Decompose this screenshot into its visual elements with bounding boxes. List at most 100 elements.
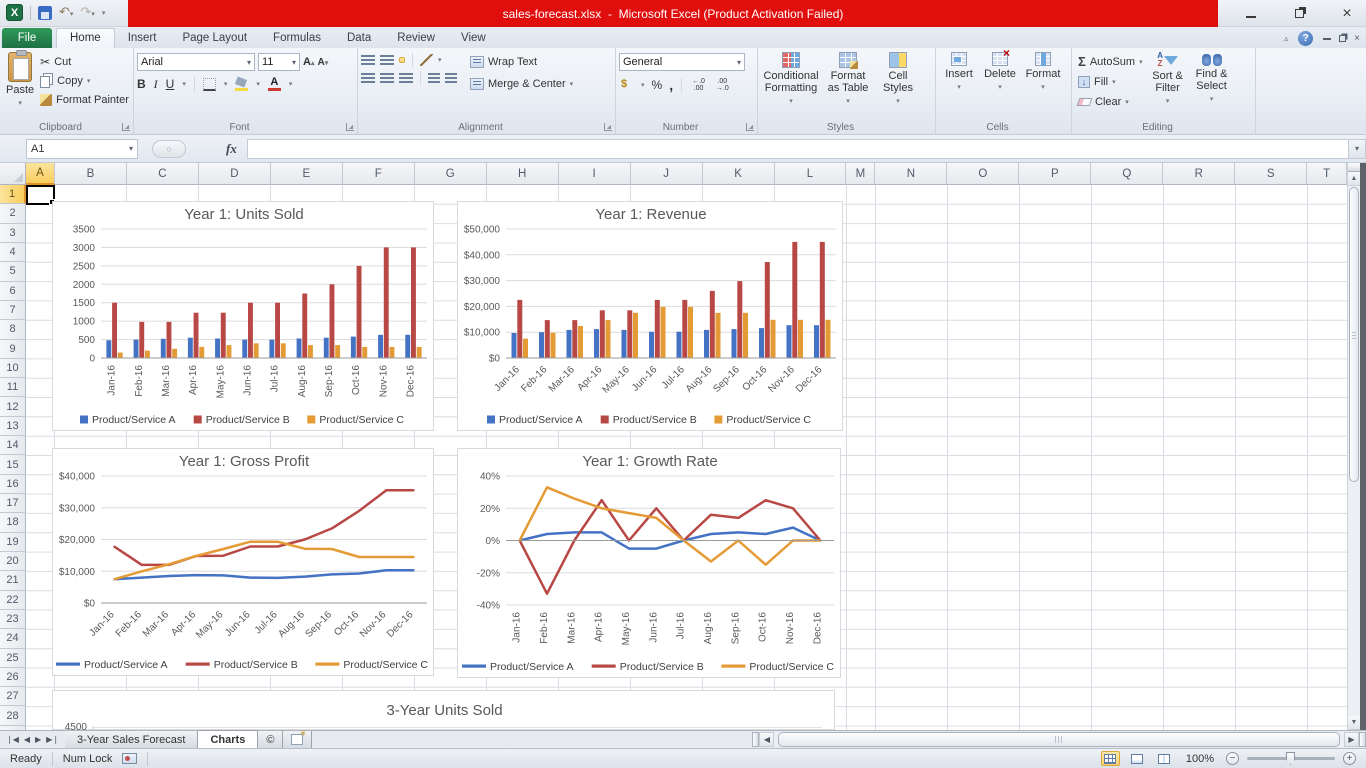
accounting-format-icon[interactable] xyxy=(619,79,634,91)
borders-icon[interactable] xyxy=(203,78,216,91)
next-sheet-icon[interactable]: ▶ xyxy=(35,735,41,744)
align-top-icon[interactable] xyxy=(361,55,375,65)
normal-view-button[interactable] xyxy=(1101,751,1120,766)
sort-filter-button[interactable]: AZ Sort & Filter▾ xyxy=(1146,50,1190,108)
scroll-left-icon[interactable]: ◀ xyxy=(759,732,774,747)
ribbon-tab-page-layout[interactable]: Page Layout xyxy=(169,29,260,48)
column-header-g[interactable]: G xyxy=(415,163,487,185)
clipboard-dialog-launcher-icon[interactable] xyxy=(122,123,130,131)
row-header-14[interactable]: 14 xyxy=(0,436,26,455)
find-select-button[interactable]: Find & Select▾ xyxy=(1190,50,1234,106)
vertical-scrollbar[interactable]: ▲ ▼ xyxy=(1347,163,1360,730)
chart-revenue[interactable]: $0$10,000$20,000$30,000$40,000$50,000Jan… xyxy=(457,201,843,431)
conditional-formatting-button[interactable]: Conditional Formatting▾ xyxy=(761,50,821,108)
active-cell-a1[interactable] xyxy=(26,185,55,205)
row-header-5[interactable]: 5 xyxy=(0,262,26,281)
row-header-7[interactable]: 7 xyxy=(0,301,26,320)
row-header-18[interactable]: 18 xyxy=(0,513,26,532)
name-box[interactable]: A1 ▾ xyxy=(26,139,138,159)
font-dialog-launcher-icon[interactable] xyxy=(346,123,354,131)
zoom-out-icon[interactable]: − xyxy=(1226,752,1239,765)
row-header-4[interactable]: 4 xyxy=(0,243,26,262)
underline-icon[interactable]: U xyxy=(166,77,175,91)
file-tab[interactable]: File xyxy=(2,28,52,48)
column-header-i[interactable]: I xyxy=(559,163,631,185)
horizontal-split-handle[interactable] xyxy=(752,732,759,747)
row-header-20[interactable]: 20 xyxy=(0,552,26,571)
column-header-p[interactable]: P xyxy=(1019,163,1091,185)
row-header-3[interactable]: 3 xyxy=(0,224,26,243)
column-header-d[interactable]: D xyxy=(199,163,271,185)
save-icon[interactable] xyxy=(38,6,52,20)
chart-three-year-units-sold[interactable]: 3-Year Units Sold 4500 xyxy=(52,690,835,730)
row-header-11[interactable]: 11 xyxy=(0,378,26,397)
ribbon-tab-view[interactable]: View xyxy=(448,29,499,48)
column-header-e[interactable]: E xyxy=(271,163,343,185)
row-header-8[interactable]: 8 xyxy=(0,320,26,339)
scroll-right-icon[interactable]: ▶ xyxy=(1344,732,1359,747)
name-box-dropdown-icon[interactable]: ▾ xyxy=(129,144,133,153)
orientation-icon[interactable] xyxy=(420,54,433,66)
column-header-k[interactable]: K xyxy=(703,163,775,185)
customize-qat-icon[interactable]: ▾ xyxy=(102,9,106,17)
column-header-o[interactable]: O xyxy=(947,163,1019,185)
row-header-16[interactable]: 16 xyxy=(0,475,26,494)
row-header-13[interactable]: 13 xyxy=(0,417,26,436)
close-button[interactable]: × xyxy=(1338,5,1356,23)
workbook-restore-icon[interactable] xyxy=(1339,35,1346,42)
zoom-in-icon[interactable]: + xyxy=(1343,752,1356,765)
zoom-slider-thumb[interactable] xyxy=(1286,752,1295,765)
last-sheet-icon[interactable]: ▶❘ xyxy=(46,735,59,744)
zoom-level[interactable]: 100% xyxy=(1186,753,1214,765)
font-color-icon[interactable]: A xyxy=(268,77,281,91)
row-header-17[interactable]: 17 xyxy=(0,494,26,513)
insert-function-icon[interactable]: fx xyxy=(226,141,237,157)
column-header-m[interactable]: M xyxy=(846,163,875,185)
minimize-ribbon-icon[interactable]: ▵ xyxy=(1284,34,1288,43)
align-right-icon[interactable] xyxy=(399,73,413,83)
format-cells-button[interactable]: Format▾ xyxy=(1021,50,1065,94)
column-header-f[interactable]: F xyxy=(343,163,415,185)
ribbon-tab-home[interactable]: Home xyxy=(56,28,115,48)
format-as-table-button[interactable]: Format as Table▾ xyxy=(821,50,875,108)
row-header-19[interactable]: 19 xyxy=(0,533,26,552)
autosum-button[interactable]: ΣAutoSum▾ xyxy=(1075,52,1146,71)
copy-button[interactable]: Copy▾ xyxy=(37,71,132,90)
number-dialog-launcher-icon[interactable] xyxy=(746,123,754,131)
page-layout-view-button[interactable] xyxy=(1128,751,1147,766)
sheet-tab-charts[interactable]: Charts xyxy=(198,730,258,748)
workbook-minimize-icon[interactable] xyxy=(1323,38,1331,40)
column-header-t[interactable]: T xyxy=(1307,163,1347,185)
expand-formula-bar-icon[interactable]: ▾ xyxy=(1348,139,1366,159)
column-header-a[interactable]: A xyxy=(26,163,55,185)
insert-worksheet-tab[interactable] xyxy=(283,731,312,748)
vertical-scroll-thumb[interactable] xyxy=(1349,187,1359,482)
formula-input[interactable] xyxy=(247,139,1348,159)
increase-decimal-icon[interactable]: ←.0.00 xyxy=(690,78,707,92)
fill-button[interactable]: ↓Fill▾ xyxy=(1075,72,1146,91)
sheet-tab-3-year-sales-forecast[interactable]: 3-Year Sales Forecast xyxy=(65,731,198,748)
row-header-1[interactable]: 1 xyxy=(0,185,26,204)
minimize-button[interactable] xyxy=(1242,6,1260,21)
decrease-indent-icon[interactable] xyxy=(428,73,440,83)
horizontal-scroll-thumb[interactable] xyxy=(778,732,1340,747)
merge-center-button[interactable]: Merge & Center▾ xyxy=(467,74,576,93)
clear-button[interactable]: Clear▾ xyxy=(1075,92,1146,111)
column-header-l[interactable]: L xyxy=(775,163,847,185)
align-center-icon[interactable] xyxy=(380,73,394,83)
column-header-c[interactable]: C xyxy=(127,163,199,185)
row-header-21[interactable]: 21 xyxy=(0,571,26,590)
insert-cells-button[interactable]: Insert▾ xyxy=(939,50,979,94)
column-header-s[interactable]: S xyxy=(1235,163,1307,185)
macro-record-icon[interactable] xyxy=(122,753,137,764)
redo-icon[interactable]: ↷▾ xyxy=(80,5,94,21)
vertical-split-handle[interactable] xyxy=(1348,163,1360,172)
select-all-corner[interactable] xyxy=(0,163,26,185)
scroll-down-icon[interactable]: ▼ xyxy=(1348,716,1360,730)
align-bottom-icon[interactable] xyxy=(399,57,405,63)
row-header-27[interactable]: 27 xyxy=(0,687,26,706)
ribbon-tab-insert[interactable]: Insert xyxy=(115,29,170,48)
row-header-24[interactable]: 24 xyxy=(0,629,26,648)
ribbon-tab-formulas[interactable]: Formulas xyxy=(260,29,334,48)
cut-button[interactable]: ✂Cut xyxy=(37,52,132,71)
